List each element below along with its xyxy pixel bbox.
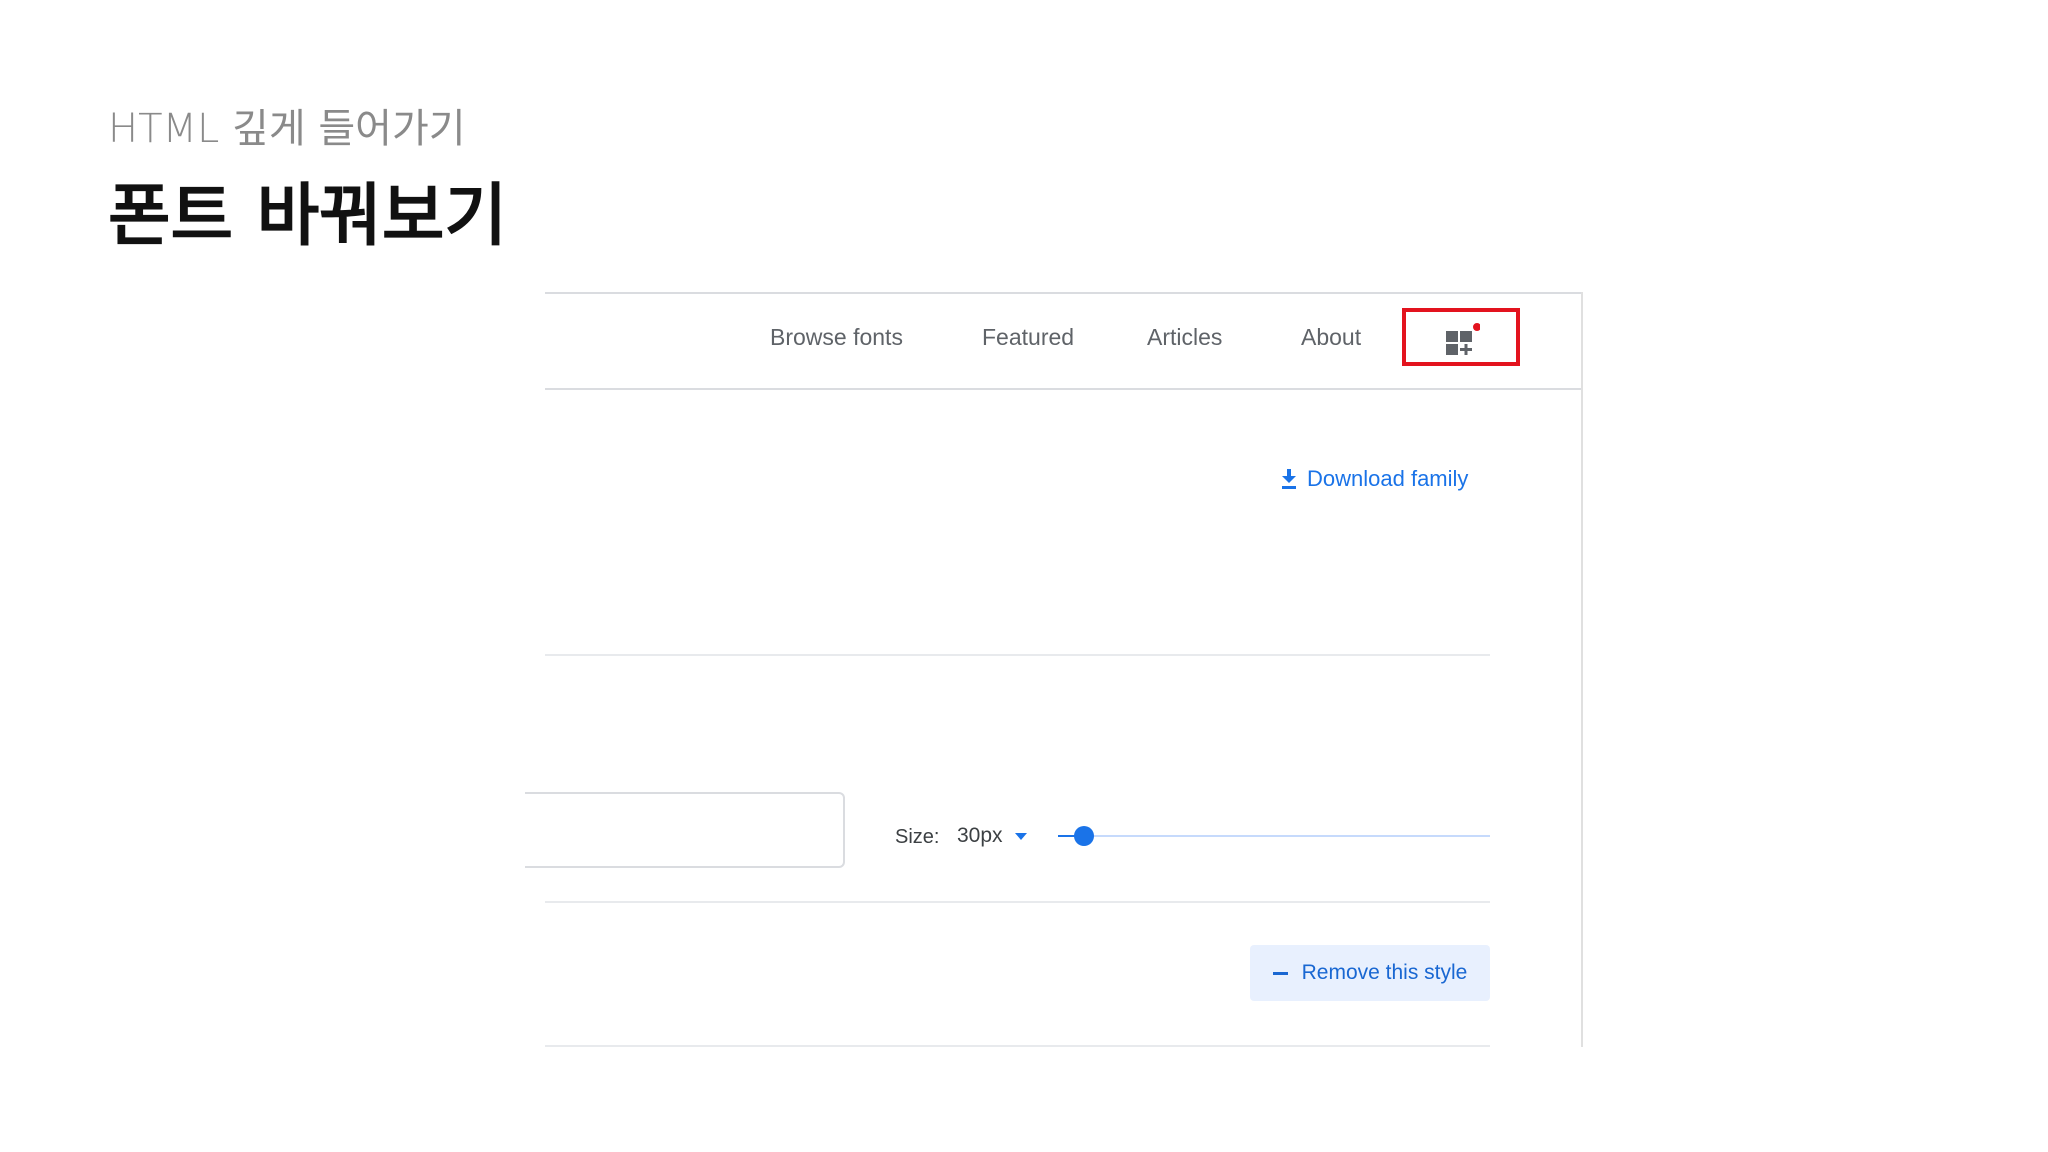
screenshot-right-border [1581, 292, 1583, 1047]
google-fonts-screenshot: Browse fonts Featured Articles About Dow… [525, 292, 1583, 1047]
selected-families-button[interactable] [1402, 308, 1520, 366]
download-icon [1282, 469, 1296, 489]
preview-text-input[interactable] [525, 792, 845, 868]
nav-featured[interactable]: Featured [982, 324, 1074, 351]
size-label: Size: [895, 826, 940, 848]
remove-style-button[interactable]: Remove this style [1250, 945, 1490, 1001]
size-value: 30px [957, 824, 1003, 847]
slide-title: 폰트 바꿔보기 [108, 177, 508, 256]
section-divider [545, 1045, 1490, 1047]
size-dropdown[interactable]: 30px [957, 824, 1027, 848]
size-slider[interactable] [1058, 824, 1490, 848]
selection-badge-dot [1473, 323, 1480, 331]
slider-thumb[interactable] [1074, 826, 1094, 846]
slide: HTML 깊게 들어가기 폰트 바꿔보기 Browse fonts Featur… [0, 0, 2048, 1152]
download-family-label: Download family [1307, 466, 1469, 491]
nav-articles[interactable]: Articles [1147, 324, 1222, 351]
nav-about[interactable]: About [1301, 324, 1361, 351]
caret-down-icon [1014, 832, 1027, 840]
section-divider [545, 654, 1490, 656]
section-divider [545, 901, 1490, 903]
top-nav: Browse fonts Featured Articles About [545, 294, 1581, 390]
slide-subtitle: HTML 깊게 들어가기 [108, 106, 466, 152]
remove-style-label: Remove this style [1301, 961, 1468, 984]
download-family-link[interactable]: Download family [1281, 466, 1468, 492]
minus-icon [1272, 971, 1288, 975]
nav-browse-fonts[interactable]: Browse fonts [770, 324, 903, 351]
slider-track [1058, 835, 1490, 837]
font-selection-grid-plus-icon [1446, 323, 1480, 355]
